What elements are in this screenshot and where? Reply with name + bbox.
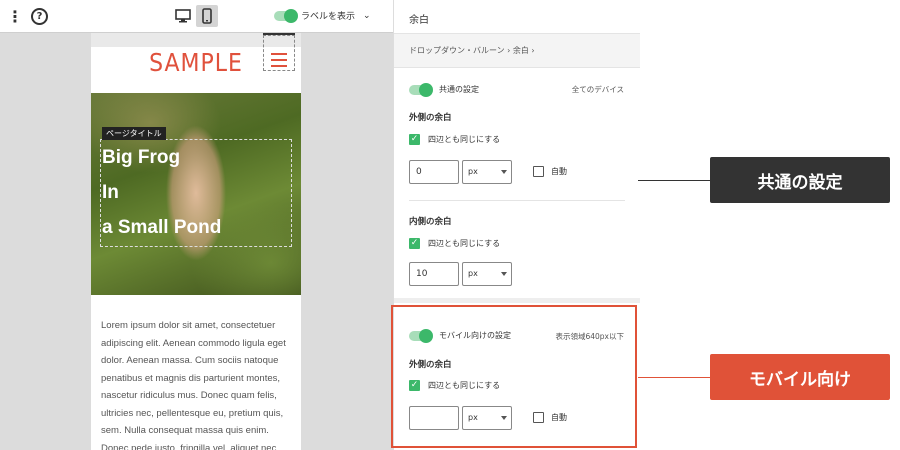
show-labels-control[interactable]: ラベルを表示 ⌄ bbox=[274, 8, 371, 23]
outer-unit-value: px bbox=[468, 167, 478, 176]
inner-same-label: 四辺とも同じにする bbox=[428, 239, 501, 248]
chevron-down-icon[interactable]: ⌄ bbox=[363, 11, 371, 21]
page-title-tag: ページタイトル bbox=[102, 127, 166, 140]
desktop-icon bbox=[175, 9, 191, 23]
outer-auto-label: 自動 bbox=[551, 167, 567, 176]
hero-title-line-3: a Small Pond bbox=[102, 217, 222, 238]
mobile-callout: モバイル向け bbox=[710, 354, 890, 400]
common-settings-toggle-row[interactable]: 共通の設定 bbox=[409, 82, 479, 97]
hero-title-line-1: Big Frog bbox=[102, 147, 181, 168]
inner-unit-select[interactable]: px bbox=[462, 262, 512, 286]
outer-unit-select[interactable]: px bbox=[462, 160, 512, 184]
outer-same-check-row[interactable]: ✓ 四辺とも同じにする bbox=[409, 134, 500, 145]
common-settings-toggle[interactable] bbox=[409, 82, 433, 97]
mobile-icon bbox=[202, 8, 212, 24]
editor-toolbar: ⋮ ? ラベルを表示 ⌄ bbox=[0, 0, 393, 33]
common-callout-line bbox=[638, 180, 710, 181]
section-separator bbox=[394, 298, 640, 303]
inner-margin-title: 内側の余白 bbox=[409, 217, 452, 227]
outer-auto-checkbox[interactable] bbox=[533, 166, 544, 177]
mobile-preview: SAMPLE ページタイトル Big Frog In a Small Pond … bbox=[91, 33, 301, 450]
site-header: SAMPLE bbox=[91, 33, 301, 93]
outer-same-label: 四辺とも同じにする bbox=[428, 135, 501, 144]
mobile-section-highlight bbox=[391, 305, 637, 448]
breadcrumb[interactable]: ドロップダウン・バルーン › 余白 › bbox=[394, 34, 640, 68]
common-settings-label: 共通の設定 bbox=[439, 85, 479, 94]
mobile-callout-line bbox=[638, 377, 710, 378]
more-menu-icon[interactable]: ⋮ bbox=[6, 8, 24, 26]
inner-unit-value: px bbox=[468, 269, 478, 278]
editor-area: ⋮ ? ラベルを表示 ⌄ SAMPLE ページタイトル Big Frog In … bbox=[0, 0, 393, 450]
hero-title-line-2: In bbox=[102, 182, 119, 203]
hero-image: ページタイトル Big Frog In a Small Pond bbox=[91, 93, 301, 295]
show-labels-label: ラベルを表示 bbox=[301, 12, 356, 22]
desktop-view-button[interactable] bbox=[172, 5, 194, 27]
inner-margin-input[interactable]: 10 bbox=[409, 262, 459, 286]
device-switcher bbox=[172, 5, 218, 27]
hamburger-menu-icon[interactable] bbox=[271, 53, 287, 71]
common-callout: 共通の設定 bbox=[710, 157, 890, 203]
body-paragraph: Lorem ipsum dolor sit amet, consectetuer… bbox=[101, 320, 286, 450]
panel-title: 余白 bbox=[394, 0, 640, 34]
divider bbox=[409, 200, 625, 201]
outer-same-checkbox[interactable]: ✓ bbox=[409, 134, 420, 145]
outer-margin-title: 外側の余白 bbox=[409, 113, 452, 123]
common-scope-note: 全てのデバイス bbox=[571, 85, 624, 94]
outer-margin-input[interactable]: 0 bbox=[409, 160, 459, 184]
inner-same-checkbox[interactable]: ✓ bbox=[409, 238, 420, 249]
inner-same-check-row[interactable]: ✓ 四辺とも同じにする bbox=[409, 238, 500, 249]
mobile-view-button[interactable] bbox=[196, 5, 218, 27]
show-labels-toggle[interactable] bbox=[274, 8, 298, 23]
help-icon[interactable]: ? bbox=[31, 8, 48, 25]
